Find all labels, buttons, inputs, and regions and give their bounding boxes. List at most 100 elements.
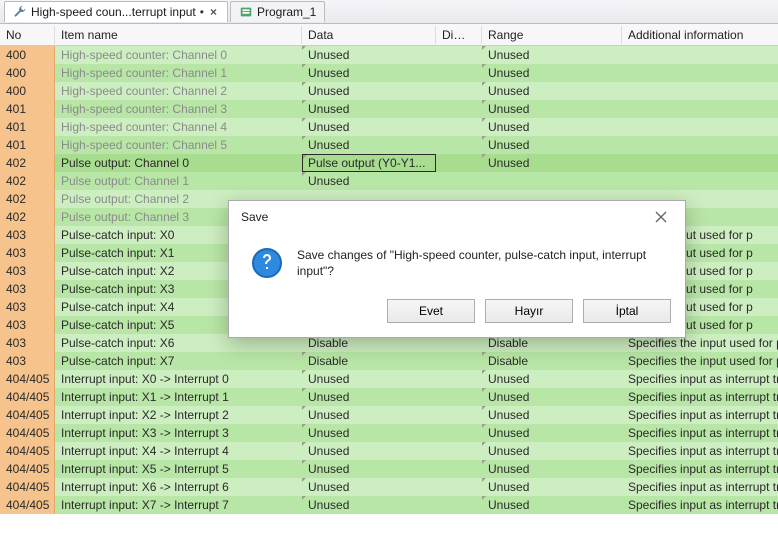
cell-dime <box>436 352 482 370</box>
cell-additional-info <box>622 100 778 118</box>
dialog-title: Save <box>241 210 268 224</box>
cell-range: Unused <box>482 46 622 64</box>
cell-no: 403 <box>0 334 55 352</box>
cell-range: Unused <box>482 460 622 478</box>
cell-data[interactable]: Unused <box>302 406 436 424</box>
cell-data[interactable]: Disable <box>302 352 436 370</box>
cell-data[interactable]: Unused <box>302 424 436 442</box>
cell-data[interactable]: Unused <box>302 46 436 64</box>
column-header-range[interactable]: Range <box>482 26 622 44</box>
cell-range: Unused <box>482 406 622 424</box>
dialog-titlebar: Save <box>229 201 685 231</box>
column-header-addl[interactable]: Additional information <box>622 26 778 44</box>
cell-data[interactable]: Unused <box>302 100 436 118</box>
module-icon <box>239 5 253 19</box>
column-header-item[interactable]: Item name <box>55 26 302 44</box>
cell-item-name: Interrupt input: X3 -> Interrupt 3 <box>55 424 302 442</box>
cell-data[interactable]: Unused <box>302 478 436 496</box>
table-row[interactable]: 404/405Interrupt input: X3 -> Interrupt … <box>0 424 778 442</box>
cell-dime <box>436 172 482 190</box>
cell-no: 403 <box>0 226 55 244</box>
cell-no: 402 <box>0 172 55 190</box>
cell-additional-info: Specifies input as interrupt tr <box>622 478 778 496</box>
table-row[interactable]: 402Pulse output: Channel 1Unused <box>0 172 778 190</box>
table-row[interactable]: 404/405Interrupt input: X6 -> Interrupt … <box>0 478 778 496</box>
table-row[interactable]: 404/405Interrupt input: X4 -> Interrupt … <box>0 442 778 460</box>
cell-dime <box>436 100 482 118</box>
cell-item-name: High-speed counter: Channel 1 <box>55 64 302 82</box>
cell-range: Unused <box>482 388 622 406</box>
cell-no: 404/405 <box>0 406 55 424</box>
yes-button[interactable]: Evet <box>387 299 475 323</box>
cell-data[interactable]: Unused <box>302 388 436 406</box>
cell-additional-info: Specifies input as interrupt tr <box>622 424 778 442</box>
cell-item-name: Interrupt input: X1 -> Interrupt 1 <box>55 388 302 406</box>
cell-additional-info <box>622 64 778 82</box>
cell-data[interactable]: Unused <box>302 442 436 460</box>
cell-no: 400 <box>0 82 55 100</box>
cell-data[interactable]: Pulse output (Y0-Y1... <box>302 154 436 172</box>
cell-item-name: High-speed counter: Channel 0 <box>55 46 302 64</box>
cell-item-name: Interrupt input: X6 -> Interrupt 6 <box>55 478 302 496</box>
cell-no: 402 <box>0 208 55 226</box>
table-row[interactable]: 404/405Interrupt input: X0 -> Interrupt … <box>0 370 778 388</box>
table-row[interactable]: 404/405Interrupt input: X5 -> Interrupt … <box>0 460 778 478</box>
table-row[interactable]: 401High-speed counter: Channel 4UnusedUn… <box>0 118 778 136</box>
cell-data[interactable]: Unused <box>302 82 436 100</box>
table-row[interactable]: 400High-speed counter: Channel 2UnusedUn… <box>0 82 778 100</box>
cell-data[interactable]: Unused <box>302 64 436 82</box>
column-header-dime[interactable]: Dime... <box>436 26 482 44</box>
cell-dime <box>436 496 482 514</box>
close-icon[interactable]: × <box>208 5 219 19</box>
cell-additional-info <box>622 154 778 172</box>
column-header-no[interactable]: No <box>0 26 55 44</box>
table-row[interactable]: 404/405Interrupt input: X1 -> Interrupt … <box>0 388 778 406</box>
table-row[interactable]: 400High-speed counter: Channel 0UnusedUn… <box>0 46 778 64</box>
cell-additional-info: Specifies input as interrupt tr <box>622 442 778 460</box>
table-row[interactable]: 404/405Interrupt input: X7 -> Interrupt … <box>0 496 778 514</box>
cell-dime <box>436 136 482 154</box>
cell-range: Unused <box>482 118 622 136</box>
table-row[interactable]: 404/405Interrupt input: X2 -> Interrupt … <box>0 406 778 424</box>
cell-item-name: High-speed counter: Channel 4 <box>55 118 302 136</box>
table-row[interactable]: 401High-speed counter: Channel 3UnusedUn… <box>0 100 778 118</box>
table-row[interactable]: 402Pulse output: Channel 0Pulse output (… <box>0 154 778 172</box>
cell-additional-info: Specifies input as interrupt tr <box>622 406 778 424</box>
column-header-data[interactable]: Data <box>302 26 436 44</box>
cell-item-name: High-speed counter: Channel 2 <box>55 82 302 100</box>
cell-no: 403 <box>0 244 55 262</box>
tab-program-1[interactable]: Program_1 <box>230 1 325 22</box>
cell-dime <box>436 46 482 64</box>
cell-dime <box>436 442 482 460</box>
cell-range: Unused <box>482 136 622 154</box>
cell-data[interactable]: Unused <box>302 496 436 514</box>
cell-dime <box>436 370 482 388</box>
cell-data[interactable]: Unused <box>302 460 436 478</box>
cell-item-name: High-speed counter: Channel 3 <box>55 100 302 118</box>
cell-additional-info <box>622 136 778 154</box>
cell-data[interactable]: Unused <box>302 172 436 190</box>
cell-additional-info <box>622 82 778 100</box>
cell-no: 404/405 <box>0 460 55 478</box>
cancel-button[interactable]: İptal <box>583 299 671 323</box>
cell-range: Unused <box>482 154 622 172</box>
wrench-icon <box>13 5 27 19</box>
dialog-message: Save changes of "High-speed counter, pul… <box>297 247 663 279</box>
table-row[interactable]: 400High-speed counter: Channel 1UnusedUn… <box>0 64 778 82</box>
cell-item-name: Pulse output: Channel 1 <box>55 172 302 190</box>
cell-data[interactable]: Unused <box>302 370 436 388</box>
no-button[interactable]: Hayır <box>485 299 573 323</box>
cell-additional-info <box>622 118 778 136</box>
close-icon[interactable] <box>647 207 675 227</box>
table-row[interactable]: 403Pulse-catch input: X7DisableDisableSp… <box>0 352 778 370</box>
tab-high-speed-counter[interactable]: High-speed coun...terrupt input • × <box>4 1 228 22</box>
table-row[interactable]: 401High-speed counter: Channel 5UnusedUn… <box>0 136 778 154</box>
cell-item-name: Interrupt input: X4 -> Interrupt 4 <box>55 442 302 460</box>
cell-additional-info: Specifies input as interrupt tr <box>622 370 778 388</box>
cell-dime <box>436 478 482 496</box>
cell-item-name: Pulse output: Channel 0 <box>55 154 302 172</box>
cell-item-name: Interrupt input: X0 -> Interrupt 0 <box>55 370 302 388</box>
cell-data[interactable]: Unused <box>302 118 436 136</box>
cell-data[interactable]: Unused <box>302 136 436 154</box>
cell-no: 404/405 <box>0 370 55 388</box>
